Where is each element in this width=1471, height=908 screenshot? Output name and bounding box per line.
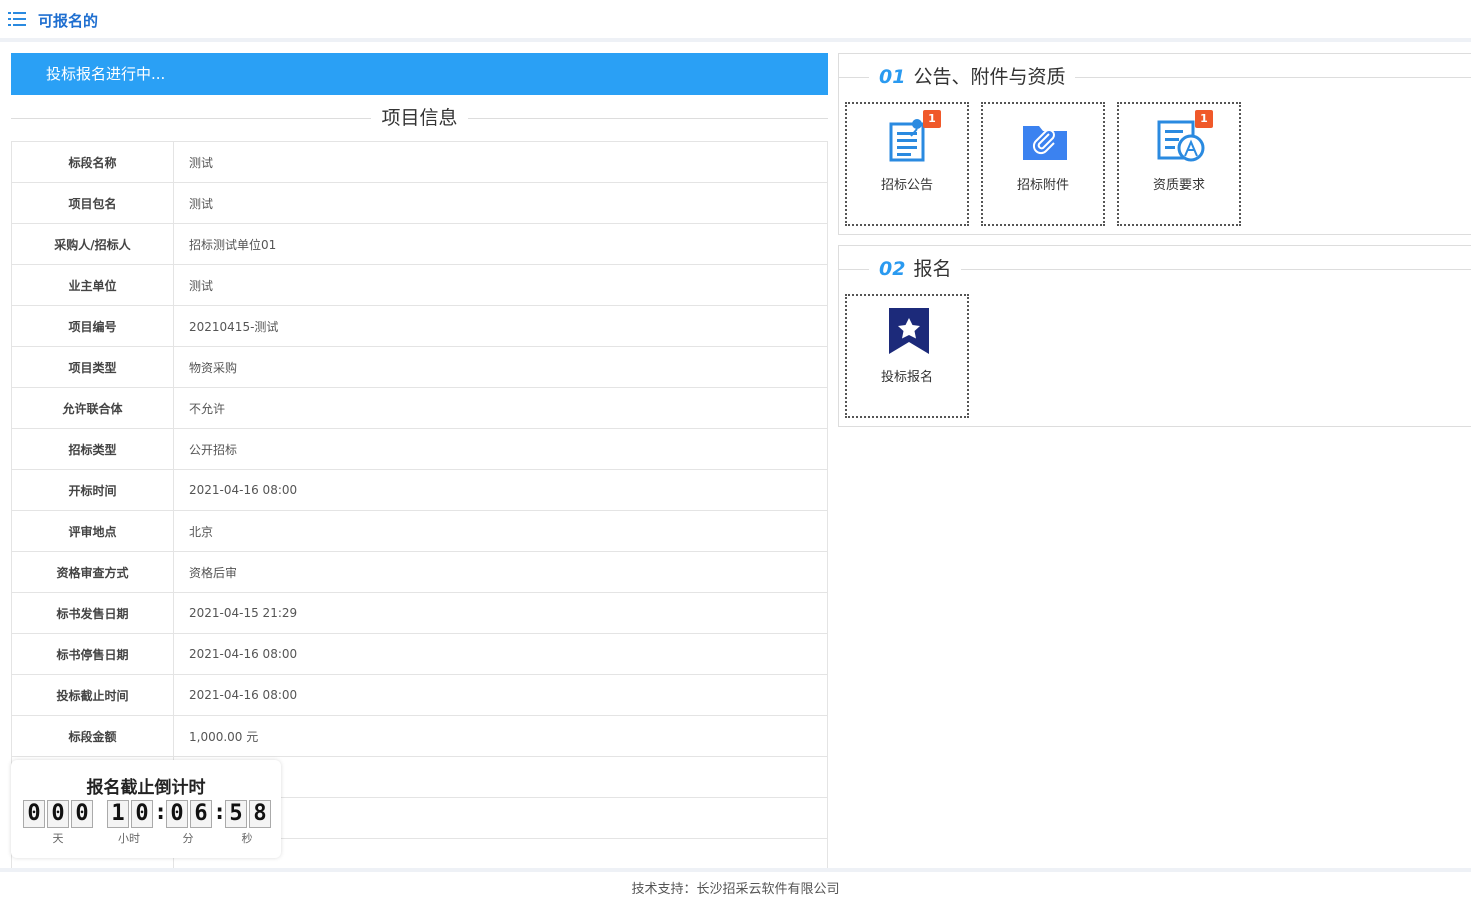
group-registration: 02 报名 投标报名	[838, 245, 1471, 427]
card-qualification-requirements[interactable]: 1 资质要求	[1117, 102, 1241, 226]
field-label: 标书停售日期	[11, 633, 174, 675]
top-bar: 可报名的	[0, 0, 1471, 42]
card-label: 资质要求	[1152, 178, 1205, 193]
field-label: 标书发售日期	[11, 592, 174, 634]
table-row: 标段金额 1,000.00 元	[11, 715, 828, 757]
field-value: 公开招标	[173, 428, 828, 470]
project-info-panel: 投标报名进行中... 项目信息 标段名称 测试 项目包名 测试 采购人/招标人 招标测试单…	[11, 53, 828, 868]
group-heading: 01 公告、附件与资质	[839, 62, 1471, 92]
attachment-folder-icon	[1023, 126, 1067, 160]
field-value: 招标测试单位01	[173, 223, 828, 265]
field-label: 项目编号	[11, 305, 174, 347]
card-tender-announcement[interactable]: 1 招标公告	[845, 102, 969, 226]
field-label: 标段名称	[11, 141, 174, 183]
countdown-day-digit: 0	[47, 800, 69, 828]
field-label: 项目包名	[11, 182, 174, 224]
table-row: 项目编号 20210415-测试	[11, 305, 828, 347]
countdown-day-digit: 0	[71, 800, 93, 828]
group-documents: 01 公告、附件与资质 1 招标公告 招标附件 1 资质要求	[838, 53, 1471, 235]
field-value: 2021-04-16 08:00	[173, 674, 828, 716]
field-label: 采购人/招标人	[11, 223, 174, 265]
countdown-hour-digit: 0	[131, 800, 153, 828]
table-row: 项目包名 测试	[11, 182, 828, 224]
field-label: 允许联合体	[11, 387, 174, 429]
card-tender-attachment[interactable]: 招标附件	[981, 102, 1105, 226]
countdown-day-digit: 0	[23, 800, 45, 828]
project-info-heading: 项目信息	[11, 95, 828, 141]
countdown-minute-digit: 6	[190, 800, 212, 828]
field-label: 招标类型	[11, 428, 174, 470]
table-row: 采购人/招标人 招标测试单位01	[11, 223, 828, 265]
section-title: 项目信息	[371, 107, 468, 129]
countdown-minute-digit: 0	[166, 800, 188, 828]
countdown-hour-digit: 1	[107, 800, 129, 828]
card-bid-registration[interactable]: 投标报名	[845, 294, 969, 418]
group-number: 01	[879, 66, 906, 88]
field-value: 北京	[173, 510, 828, 552]
field-value: 2021-04-16 08:00	[173, 469, 828, 511]
notification-badge: 1	[1195, 110, 1213, 128]
field-label: 投标截止时间	[11, 674, 174, 716]
field-label: 开标时间	[11, 469, 174, 511]
table-row: 标书发售日期 2021-04-15 21:29	[11, 592, 828, 634]
field-value: 测试	[173, 264, 828, 306]
table-row: 业主单位 测试	[11, 264, 828, 306]
table-row: 资格审查方式 资格后审	[11, 551, 828, 593]
table-row: 项目类型 物资采购	[11, 346, 828, 388]
page-title: 可报名的	[38, 12, 99, 30]
notification-badge: 1	[923, 110, 941, 128]
table-row: 标书停售日期 2021-04-16 08:00	[11, 633, 828, 675]
card-label: 投标报名	[880, 370, 933, 385]
field-value: 2021-04-15 21:29	[173, 592, 828, 634]
countdown-unit-seconds: 秒	[241, 832, 253, 845]
countdown-unit-days: 天	[52, 832, 64, 845]
table-row: 评审地点 北京	[11, 510, 828, 552]
field-label: 资格审查方式	[11, 551, 174, 593]
countdown-second-digit: 5	[225, 800, 247, 828]
countdown-unit-hours: 小时	[118, 832, 140, 845]
countdown-second-digit: 8	[249, 800, 271, 828]
group-heading: 02 报名	[839, 254, 1471, 284]
group-number: 02	[879, 258, 906, 280]
registration-countdown: 报名截止倒计时 0 0 0 1 0 : 0 6 : 5 8 天 小时 分 秒	[11, 760, 281, 858]
project-info-table: 标段名称 测试 项目包名 测试 采购人/招标人 招标测试单位01 业主单位 测试 项目编号 202…	[11, 141, 828, 868]
countdown-title: 报名截止倒计时	[86, 778, 206, 798]
field-value: 测试	[173, 182, 828, 224]
table-row: 招标类型 公开招标	[11, 428, 828, 470]
field-value: 不允许	[173, 387, 828, 429]
field-label: 项目类型	[11, 346, 174, 388]
card-label: 招标附件	[1016, 178, 1069, 193]
table-row: 投标截止时间 2021-04-16 08:00	[11, 674, 828, 716]
countdown-unit-minutes: 分	[182, 832, 194, 845]
footer: 技术支持：长沙招采云软件有限公司	[0, 868, 1471, 908]
card-label: 招标公告	[880, 178, 933, 193]
field-label: 业主单位	[11, 264, 174, 306]
field-label: 评审地点	[11, 510, 174, 552]
table-row: 开标时间 2021-04-16 08:00	[11, 469, 828, 511]
table-row: 标段名称 测试	[11, 141, 828, 183]
group-title: 01 公告、附件与资质	[869, 62, 1076, 92]
list-icon[interactable]	[8, 11, 26, 27]
field-value: 20210415-测试	[173, 305, 828, 347]
field-value: 1,000.00 元	[173, 715, 828, 757]
field-value: 物资采购	[173, 346, 828, 388]
field-value: 资格后审	[173, 551, 828, 593]
field-label: 标段金额	[11, 715, 174, 757]
bookmark-star-icon	[889, 308, 929, 354]
group-title-text: 公告、附件与资质	[913, 66, 1066, 88]
group-title: 02 报名	[869, 254, 962, 284]
group-title-text: 报名	[913, 258, 952, 280]
status-banner: 投标报名进行中...	[11, 53, 828, 95]
table-row: 允许联合体 不允许	[11, 387, 828, 429]
field-value: 测试	[173, 141, 828, 183]
field-value: 2021-04-16 08:00	[173, 633, 828, 675]
